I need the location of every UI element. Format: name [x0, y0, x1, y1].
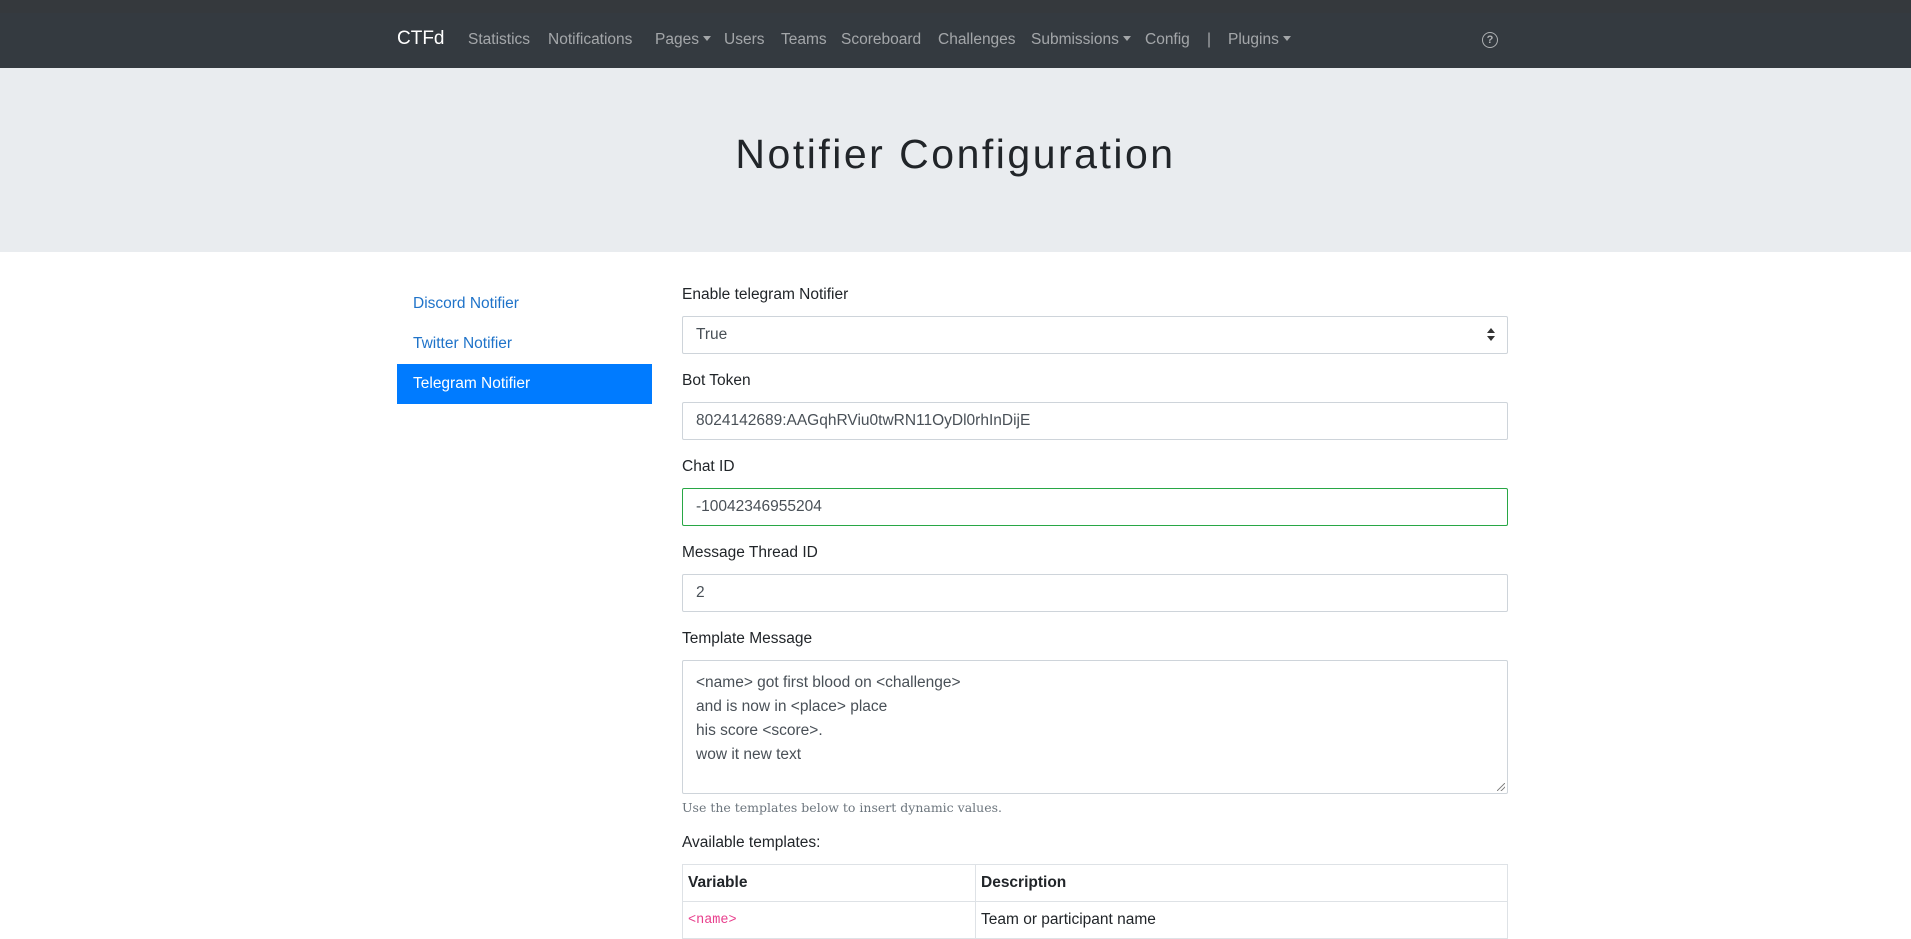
nav-statistics[interactable]: Statistics [468, 31, 530, 49]
template-line: and is now in <place> place [696, 698, 888, 715]
chat-id-label: Chat ID [682, 458, 735, 475]
template-message-textarea[interactable]: <name> got first blood on <challenge> an… [682, 660, 1508, 794]
chat-id-input[interactable]: -10042346955204 [682, 488, 1508, 526]
sidebar-item-telegram[interactable]: Telegram Notifier [397, 364, 652, 404]
brand-logo[interactable]: CTFd [397, 28, 445, 50]
template-line: wow it new text [696, 746, 802, 763]
nav-notifications[interactable]: Notifications [548, 31, 632, 49]
nav-teams[interactable]: Teams [781, 31, 827, 49]
template-message-label: Template Message [682, 630, 813, 647]
nav-plugins-label: Plugins [1228, 31, 1279, 48]
template-description: Team or participant name [975, 901, 1508, 939]
caret-down-icon [1282, 36, 1291, 41]
sidebar-item-discord[interactable]: Discord Notifier [397, 284, 652, 324]
nav-submissions-label: Submissions [1031, 31, 1119, 48]
page-header: Notifier Configuration [0, 68, 1911, 252]
available-templates-label: Available templates: [682, 834, 821, 851]
enable-telegram-label: Enable telegram Notifier [682, 286, 849, 303]
resize-handle-icon[interactable] [1497, 783, 1505, 791]
message-thread-id-input[interactable]: 2 [682, 574, 1508, 612]
nav-scoreboard[interactable]: Scoreboard [841, 31, 921, 49]
sidebar-item-twitter[interactable]: Twitter Notifier [397, 324, 652, 364]
column-header-description: Description [975, 864, 1508, 902]
table-header-row: Variable Description [682, 864, 1508, 902]
bot-token-input[interactable]: 8024142689:AAGqhRViu0twRN11OyDl0rhInDijE [682, 402, 1508, 440]
template-line: <name> got first blood on <challenge> [696, 674, 961, 691]
bot-token-label: Bot Token [682, 372, 751, 389]
enable-telegram-value: True [696, 326, 728, 343]
table-row: <name> Team or participant name [682, 901, 1508, 939]
template-variable: <name> [682, 901, 976, 939]
browser-bookmarks-strip [0, 0, 1911, 13]
select-arrows-icon [1487, 328, 1495, 342]
nav-submissions[interactable]: Submissions [1031, 31, 1131, 49]
question-circle-icon[interactable]: ? [1482, 32, 1498, 48]
template-help-text: Use the templates below to insert dynami… [682, 800, 1002, 815]
nav-pages[interactable]: Pages [655, 31, 711, 49]
nav-config[interactable]: Config [1145, 31, 1190, 49]
nav-plugins[interactable]: Plugins [1228, 31, 1291, 49]
template-line: his score <score>. [696, 722, 823, 739]
caret-down-icon [1122, 36, 1131, 41]
nav-pages-label: Pages [655, 31, 699, 48]
enable-telegram-select[interactable]: True [682, 316, 1508, 354]
top-navbar: CTFd Statistics Notifications Pages User… [0, 13, 1911, 68]
nav-challenges[interactable]: Challenges [938, 31, 1016, 49]
message-thread-id-label: Message Thread ID [682, 544, 818, 561]
column-header-variable: Variable [682, 864, 976, 902]
nav-divider: | [1207, 31, 1212, 48]
caret-down-icon [702, 36, 711, 41]
page-title: Notifier Configuration [735, 131, 1176, 177]
templates-table: Variable Description <name> Team or part… [682, 864, 1508, 939]
nav-users[interactable]: Users [724, 31, 764, 49]
